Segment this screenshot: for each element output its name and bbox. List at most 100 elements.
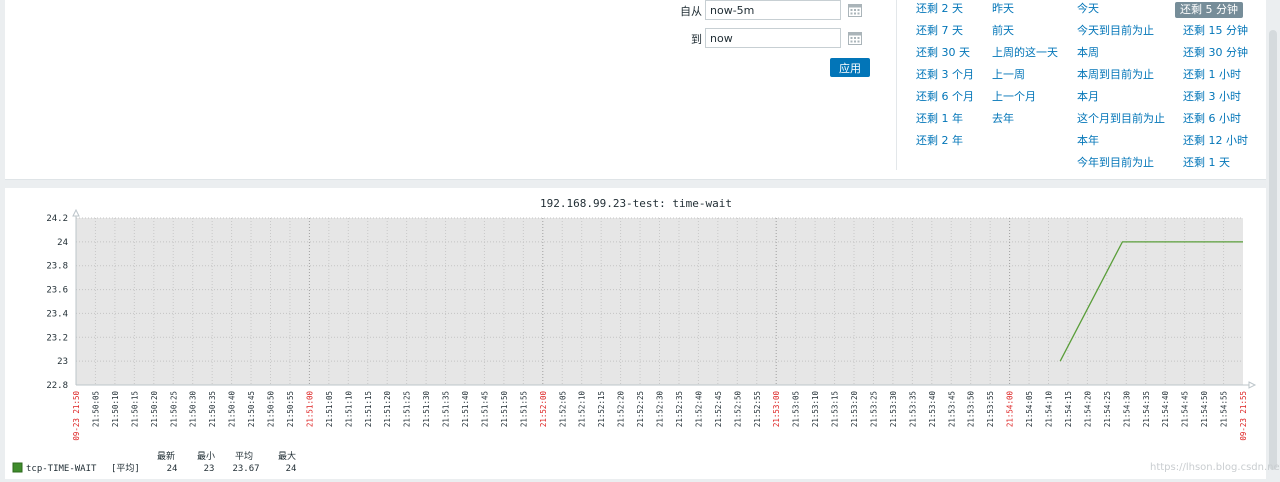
quick-range-link[interactable]: 前天 [992, 24, 1014, 38]
quick-range-link[interactable]: 本月 [1077, 90, 1099, 104]
x-tick-label: 21:50:20 [150, 391, 159, 428]
x-tick-label: 21:54:00 [1006, 391, 1015, 428]
x-tick-label: 21:50:30 [189, 391, 198, 428]
y-tick-label: 24.2 [46, 214, 68, 224]
quick-range-link[interactable]: 还剩 2 年 [916, 134, 963, 148]
quick-range-link[interactable]: 还剩 1 小时 [1183, 68, 1241, 82]
calendar-icon[interactable] [848, 3, 862, 17]
quick-range-link[interactable]: 还剩 1 年 [916, 112, 963, 126]
y-tick-label: 23.6 [46, 286, 68, 296]
quick-range-link[interactable]: 还剩 7 天 [916, 24, 963, 38]
calendar-icon[interactable] [848, 31, 862, 45]
x-tick-label: 21:54:30 [1122, 391, 1131, 428]
x-tick-label: 21:52:45 [714, 391, 723, 427]
x-tick-label: 21:51:20 [383, 391, 392, 428]
quick-range-link[interactable]: 今天到目前为止 [1077, 24, 1154, 38]
x-tick-label: 21:52:30 [656, 391, 665, 428]
x-tick-label: 21:52:50 [733, 391, 742, 428]
x-tick-label: 21:50:45 [247, 391, 256, 427]
x-tick-label: 21:54:20 [1083, 391, 1092, 428]
x-tick-label: 21:53:50 [967, 391, 976, 428]
x-tick-label: 21:51:25 [403, 391, 412, 427]
y-tick-label: 23 [57, 357, 68, 367]
x-tick-label: 21:54:50 [1200, 391, 1209, 428]
y-tick-label: 23.2 [46, 333, 68, 343]
quick-range-link[interactable]: 这个月到目前为止 [1077, 112, 1165, 126]
x-tick-label: 21:53:40 [928, 391, 937, 428]
x-tick-label: 21:53:30 [889, 391, 898, 428]
x-tick-label: 21:52:35 [675, 391, 684, 427]
panel-divider [896, 0, 897, 170]
quick-range-link[interactable]: 还剩 1 天 [1183, 156, 1230, 170]
x-tick-label: 21:52:05 [558, 391, 567, 427]
quick-range-link[interactable]: 还剩 2 天 [916, 2, 963, 16]
quick-range-link[interactable]: 还剩 15 分钟 [1183, 24, 1248, 38]
legend-avg: 23.67 [232, 464, 259, 474]
legend-max: 24 [286, 464, 297, 474]
x-tick-label: 21:51:30 [422, 391, 431, 428]
x-tick-label: 21:51:05 [325, 391, 334, 427]
x-tick-label: 21:50:55 [286, 391, 295, 427]
to-label: 到 [691, 33, 702, 46]
y-tick-label: 23.4 [46, 309, 68, 319]
x-tick-label: 21:51:50 [500, 391, 509, 428]
x-tick-label: 21:53:20 [850, 391, 859, 428]
quick-range-link[interactable]: 今天 [1077, 2, 1099, 16]
x-tick-label: 21:50:15 [130, 391, 139, 427]
quick-range-link[interactable]: 本年 [1077, 134, 1099, 148]
watermark: https://lhson.blog.csdn.net [1150, 462, 1280, 473]
y-tick-label: 24 [57, 238, 68, 248]
to-input[interactable] [705, 28, 841, 48]
x-tick-label: 21:52:40 [694, 391, 703, 428]
quick-range-link[interactable]: 上一周 [992, 68, 1025, 82]
quick-range-link[interactable]: 还剩 3 个月 [916, 68, 974, 82]
x-tick-label: 21:51:35 [442, 391, 451, 427]
legend-name: tcp-TIME-WAIT [26, 464, 97, 474]
x-tick-label: 21:53:05 [792, 391, 801, 427]
y-tick-label: 23.8 [46, 262, 68, 272]
x-tick-label: 21:54:55 [1220, 391, 1229, 427]
x-tick-label: 21:51:40 [461, 391, 470, 428]
x-tick-label: 21:51:10 [344, 391, 353, 428]
legend-header: 最新 [157, 450, 175, 462]
from-label: 自从 [680, 5, 702, 18]
quick-range-link[interactable]: 还剩 3 小时 [1183, 90, 1241, 104]
quick-range-link[interactable]: 还剩 5 分钟 [1175, 2, 1243, 18]
page-scrollbar[interactable] [1269, 30, 1277, 470]
x-tick-label: 21:50:50 [267, 391, 276, 428]
x-tick-label: 21:52:20 [617, 391, 626, 428]
quick-range-link[interactable]: 还剩 6 小时 [1183, 112, 1241, 126]
quick-range-link[interactable]: 昨天 [992, 2, 1014, 16]
y-tick-label: 22.8 [46, 381, 68, 391]
legend-min: 23 [204, 464, 215, 474]
quick-range-link[interactable]: 去年 [992, 112, 1014, 126]
x-tick-label: 21:54:45 [1181, 391, 1190, 427]
x-tick-label: 21:53:15 [831, 391, 840, 427]
quick-range-link[interactable]: 上一个月 [992, 90, 1036, 104]
x-tick-label: 21:51:15 [364, 391, 373, 427]
x-tick-label: 21:54:25 [1103, 391, 1112, 427]
quick-range-link[interactable]: 还剩 6 个月 [916, 90, 974, 104]
x-tick-label: 21:52:10 [578, 391, 587, 428]
x-tick-label: 21:52:15 [597, 391, 606, 427]
quick-range-link[interactable]: 还剩 12 小时 [1183, 134, 1248, 148]
x-tick-label: 21:51:45 [480, 391, 489, 427]
quick-range-link[interactable]: 还剩 30 天 [916, 46, 970, 60]
quick-range-link[interactable]: 本周 [1077, 46, 1099, 60]
legend-header: 最大 [278, 450, 296, 462]
x-tick-label: 21:50:10 [111, 391, 120, 428]
graph-panel: 192.168.99.23-test: time-wait 24.2 24 23.8… [5, 188, 1266, 479]
apply-button[interactable]: 应用 [830, 58, 870, 77]
quick-range-link[interactable]: 今年到目前为止 [1077, 156, 1154, 170]
from-input[interactable] [705, 0, 841, 20]
x-start-label: 09-23 21:50 [72, 391, 81, 441]
x-tick-label: 21:53:45 [947, 391, 956, 427]
x-tick-label: 21:53:10 [811, 391, 820, 428]
time-filter-panel: 自从 到 应用 还剩 2 天还剩 7 天还剩 30 天还剩 3 个月还剩 6 个… [5, 0, 1266, 180]
quick-range-link[interactable]: 上周的这一天 [992, 46, 1058, 60]
quick-range-link[interactable]: 本周到目前为止 [1077, 68, 1154, 82]
quick-range-link[interactable]: 还剩 30 分钟 [1183, 46, 1248, 60]
x-tick-label: 21:53:00 [772, 391, 781, 428]
x-tick-label: 21:50:05 [91, 391, 100, 427]
x-tick-label: 21:52:00 [539, 391, 548, 428]
